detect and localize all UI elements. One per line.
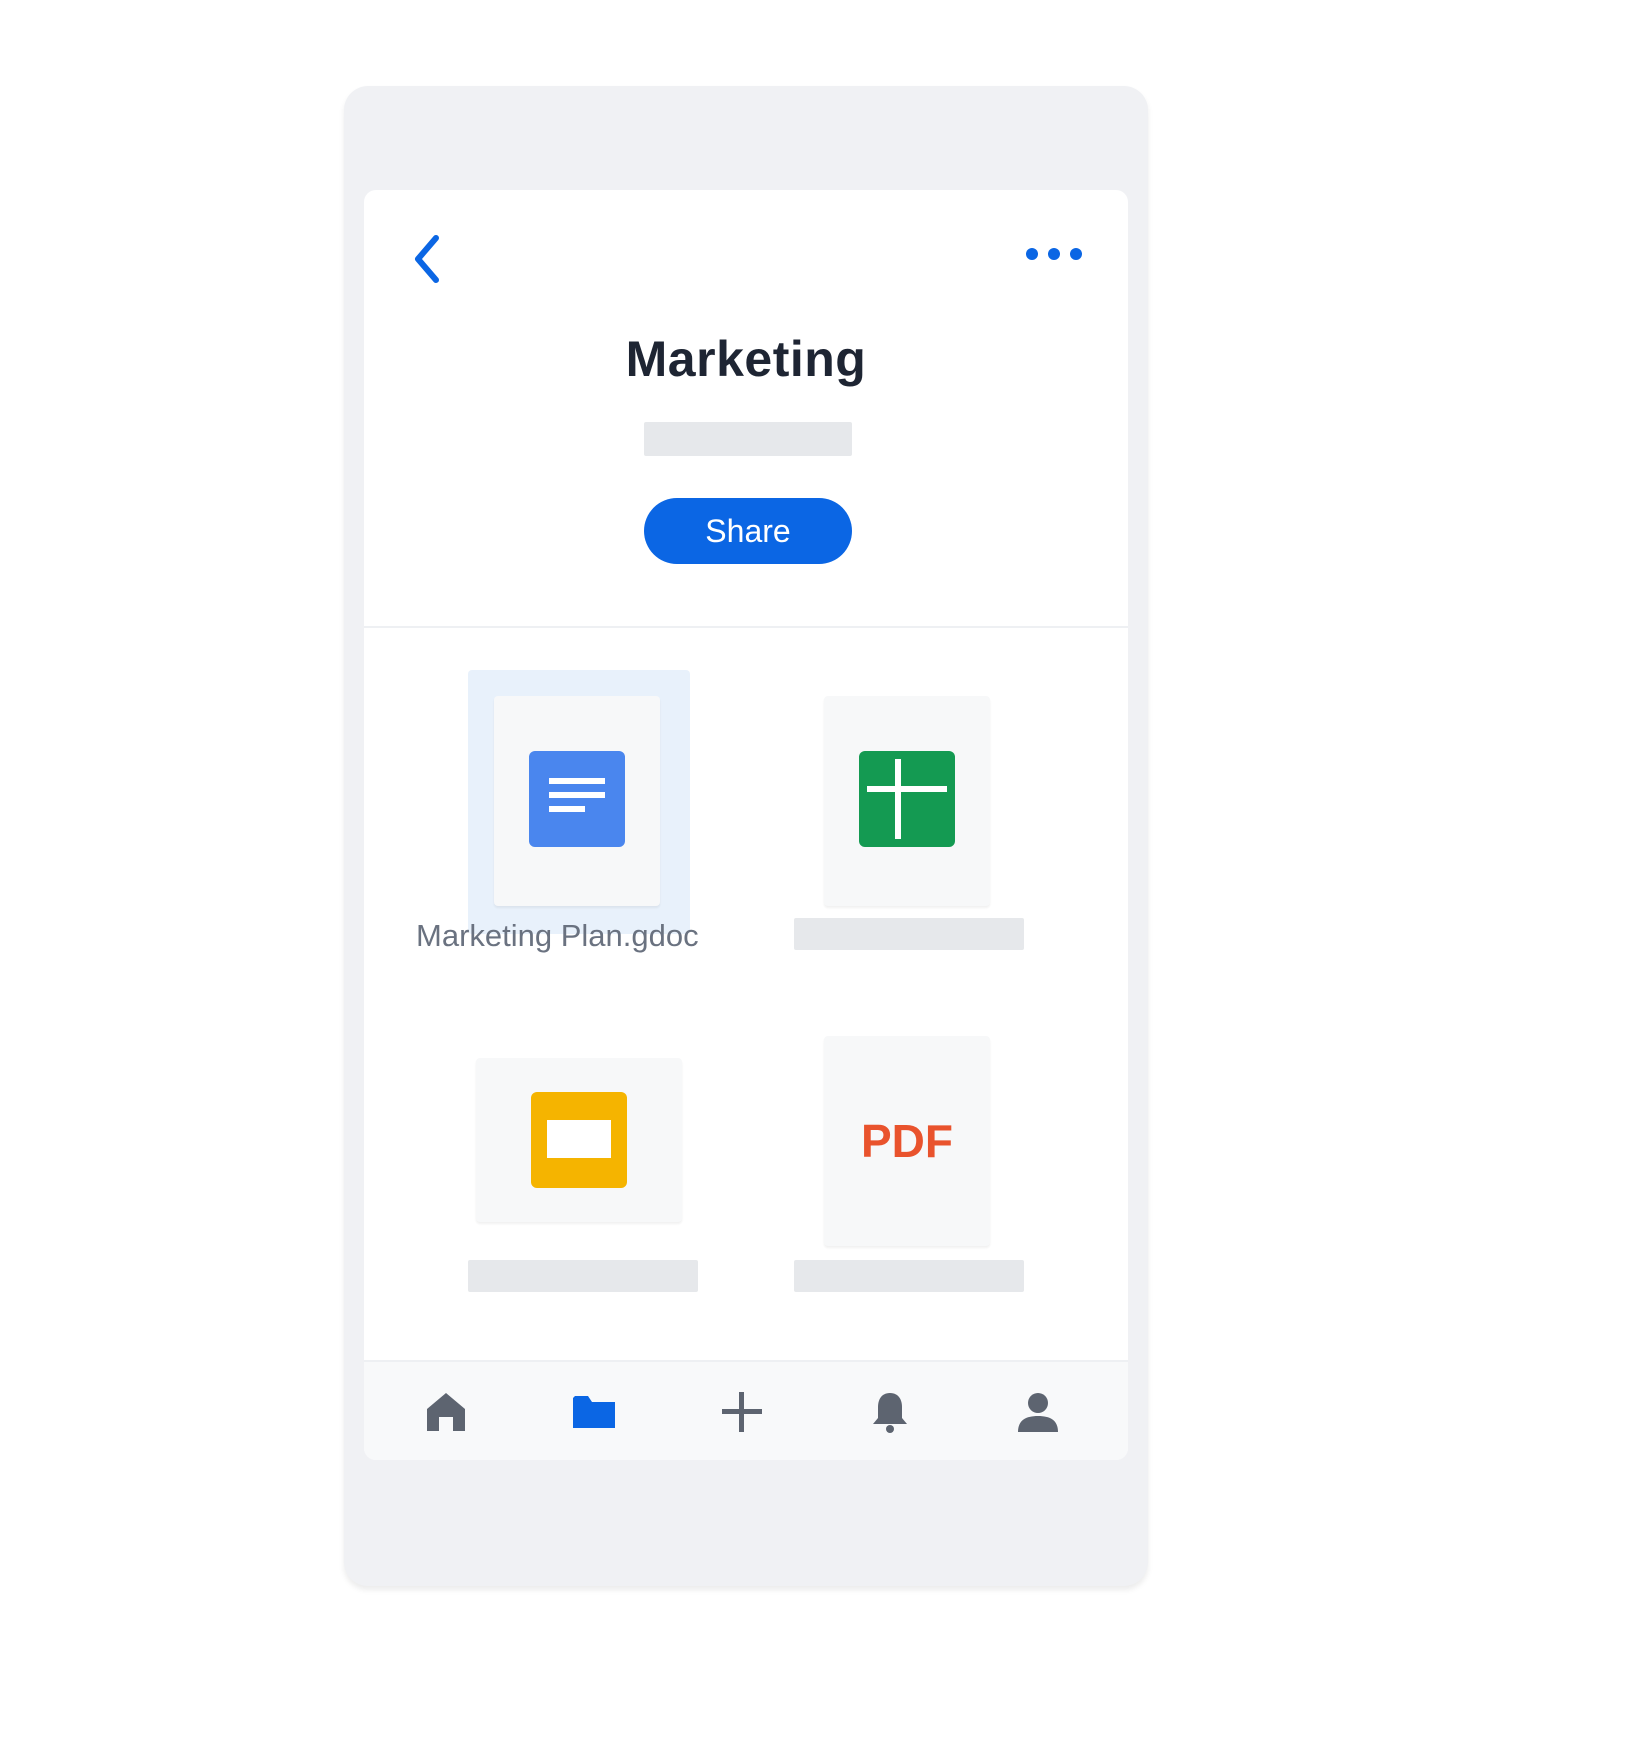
- bell-icon: [873, 1393, 907, 1433]
- app-screen: Marketing Share Marketing Plan.gdoc PDF: [364, 190, 1128, 1460]
- bottom-tab-bar: [364, 1360, 1128, 1460]
- file-item-spreadsheet[interactable]: [746, 628, 1128, 958]
- file-name-placeholder: [794, 918, 1024, 950]
- share-button[interactable]: Share: [644, 498, 852, 564]
- file-thumbnail: [494, 696, 660, 906]
- person-icon: [1018, 1393, 1058, 1432]
- google-sheets-icon: [859, 751, 955, 847]
- phone-frame: Marketing Share Marketing Plan.gdoc PDF: [344, 86, 1148, 1586]
- file-item-presentation[interactable]: [364, 968, 746, 1298]
- folder-header: Marketing Share: [364, 190, 1128, 628]
- file-item-marketing-plan[interactable]: Marketing Plan.gdoc: [364, 628, 746, 958]
- tab-files[interactable]: [520, 1362, 668, 1460]
- home-icon: [427, 1393, 465, 1431]
- file-name-placeholder: [794, 1260, 1024, 1292]
- pdf-icon: PDF: [861, 1115, 953, 1167]
- file-name: Marketing Plan.gdoc: [416, 918, 699, 953]
- google-slides-icon: [531, 1092, 627, 1188]
- file-thumbnail: [476, 1058, 682, 1222]
- folder-icon: [573, 1396, 615, 1428]
- tab-home[interactable]: [372, 1362, 520, 1460]
- file-thumbnail: PDF: [824, 1036, 990, 1246]
- more-options-button[interactable]: [1014, 234, 1094, 274]
- tab-create[interactable]: [668, 1362, 816, 1460]
- chevron-left-icon: [415, 235, 439, 283]
- file-grid: Marketing Plan.gdoc PDF: [364, 628, 1128, 1360]
- tab-notifications[interactable]: [816, 1362, 964, 1460]
- file-thumbnail: [824, 696, 990, 906]
- google-docs-icon: [529, 751, 625, 847]
- more-horizontal-icon: [1026, 248, 1082, 260]
- file-item-pdf[interactable]: PDF: [746, 968, 1128, 1298]
- tab-account[interactable]: [964, 1362, 1112, 1460]
- file-name-placeholder: [468, 1260, 698, 1292]
- folder-subtitle-placeholder: [644, 422, 852, 456]
- plus-icon: [722, 1392, 762, 1432]
- folder-title: Marketing: [625, 331, 867, 387]
- back-button[interactable]: [402, 224, 458, 294]
